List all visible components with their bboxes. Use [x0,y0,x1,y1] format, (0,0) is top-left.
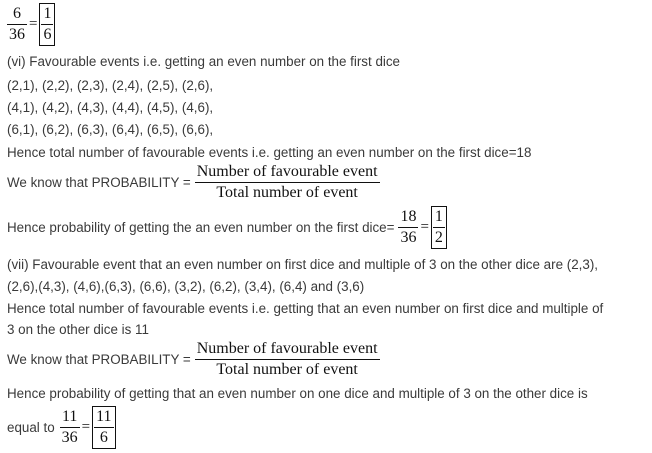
numerator: 1 [43,5,52,22]
text-line: Hence total number of favourable events … [7,301,604,316]
equals-sign: = [81,419,91,435]
denominator: Total number of event [216,361,358,378]
denominator: 36 [61,429,78,446]
formula-prefix: We know that PROBABILITY = [7,175,191,190]
numerator: 11 [61,408,78,425]
probability-result-1: Hence probability of getting the an even… [7,206,447,249]
numerator: Number of favourable event [196,163,378,180]
denominator: 36 [9,26,25,43]
fraction-block-1: 6 36 = 1 6 [7,3,56,46]
formula-prefix: We know that PROBABILITY = [7,352,191,367]
denominator: Total number of event [216,184,358,201]
probability-formula: We know that PROBABILITY = Number of fav… [7,162,380,203]
formula-fraction: Number of favourable event Total number … [194,339,380,380]
boxed-result: 1 2 [430,206,447,249]
equals-sign: = [29,16,38,32]
fraction-6-36: 6 36 [7,4,27,45]
result-prefix: Hence probability of getting the an even… [7,220,395,235]
text-line: (vii) Favourable event that an even numb… [7,257,598,272]
text-line: Hence total number of favourable events … [7,145,532,160]
numerator: 1 [434,208,443,225]
text-line: (2,1), (2,2), (2,3), (2,4), (2,5), (2,6)… [7,78,214,93]
numerator: 6 [13,5,21,22]
result-prefix: equal to [7,420,55,435]
fraction-18-36: 18 36 [398,207,419,248]
denominator: 2 [434,229,443,246]
text-line: (6,1), (6,2), (6,3), (6,4), (6,5), (6,6)… [7,122,214,137]
text-line: (2,6),(4,3), (4,6),(6,3), (6,6), (3,2), … [7,279,365,294]
boxed-result: 11 6 [92,406,116,449]
boxed-result: 1 6 [39,3,56,46]
equals-sign: = [420,219,429,235]
text-line: (vi) Favourable events i.e. getting an e… [7,54,401,69]
denominator: 6 [99,429,108,446]
probability-result-final: equal to 11 36 = 11 6 [7,406,116,449]
numerator: Number of favourable event [196,340,378,357]
text-line: 3 on the other dice is 11 [7,322,149,337]
text-line: Hence probability of getting that an eve… [7,386,588,401]
numerator: 11 [96,408,112,425]
formula-fraction: Number of favourable event Total number … [194,162,380,203]
denominator: 36 [400,229,417,246]
denominator: 6 [43,26,52,43]
numerator: 18 [400,208,417,225]
probability-formula: We know that PROBABILITY = Number of fav… [7,339,380,380]
text-line: (4,1), (4,2), (4,3), (4,4), (4,5), (4,6)… [7,100,214,115]
fraction-11-36: 11 36 [59,407,80,448]
